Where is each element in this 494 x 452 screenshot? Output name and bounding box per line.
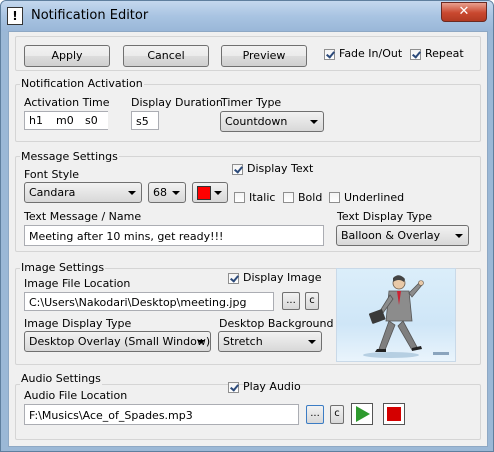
fade-checkbox[interactable] [324, 49, 335, 60]
text-display-type-select[interactable]: Balloon & Overlay [336, 225, 469, 246]
client-area: Apply Cancel Preview Fade In/Out Repeat … [8, 31, 488, 447]
timer-type-select[interactable]: Countdown [220, 111, 324, 132]
display-duration-field[interactable]: s5 [131, 111, 159, 130]
chevron-down-icon [308, 340, 316, 344]
play-audio-checkbox[interactable] [228, 382, 239, 393]
audio-file-location-field[interactable]: F:\Musics\Ace_of_Spades.mp3 [24, 404, 299, 425]
audio-group-label: Audio Settings [20, 372, 102, 385]
window-title: Notification Editor [31, 8, 149, 23]
audio-browse-label: ... [310, 408, 320, 419]
image-clear-label: c [309, 295, 315, 306]
bold-label: Bold [298, 191, 323, 204]
desktop-background-label: Desktop Background [219, 317, 334, 330]
font-select[interactable]: Candara [24, 182, 142, 203]
activation-time-label: Activation Time [24, 96, 110, 109]
close-button[interactable]: ✕ [441, 2, 487, 22]
font-size-value: 68 [153, 186, 167, 199]
play-audio-label: Play Audio [243, 380, 301, 393]
image-preview [336, 268, 456, 362]
businessman-illustration [363, 275, 449, 358]
color-swatch [197, 186, 211, 200]
display-duration-label: Display Duration [131, 96, 223, 109]
chevron-down-icon [310, 120, 318, 124]
display-text-label: Display Text [247, 162, 314, 175]
stop-button[interactable] [383, 403, 405, 425]
apply-label: Apply [51, 49, 83, 62]
desktop-background-value: Stretch [223, 335, 263, 348]
activation-group-label: Notification Activation [20, 77, 144, 90]
image-clear-button[interactable]: c [305, 292, 319, 310]
underlined-label: Underlined [344, 191, 405, 204]
timer-type-value: Countdown [225, 115, 288, 128]
font-style-label: Font Style [24, 168, 80, 181]
image-browse-button[interactable]: ... [282, 292, 300, 310]
play-button[interactable] [351, 403, 373, 425]
image-display-type-value: Desktop Overlay (Small Window) [29, 335, 211, 348]
play-icon [356, 406, 370, 422]
underlined-checkbox[interactable] [329, 192, 340, 203]
audio-browse-button[interactable]: ... [306, 405, 324, 424]
stop-icon [387, 407, 401, 421]
image-browse-label: ... [286, 295, 296, 306]
text-message-field[interactable]: Meeting after 10 mins, get ready!!! [24, 225, 324, 246]
chevron-down-icon [455, 234, 463, 238]
title-bar[interactable]: ! Notification Editor ✕ [1, 1, 493, 31]
app-icon: ! [7, 7, 23, 25]
font-color-picker[interactable] [192, 182, 228, 203]
bold-checkbox[interactable] [283, 192, 294, 203]
text-display-type-value: Balloon & Overlay [341, 229, 441, 242]
preview-button[interactable]: Preview [221, 45, 307, 67]
seconds-value[interactable]: s0 [85, 114, 98, 127]
italic-label: Italic [249, 191, 276, 204]
display-image-checkbox[interactable] [228, 273, 239, 284]
font-value: Candara [29, 186, 76, 199]
notification-editor-window: ! Notification Editor ✕ Apply Cancel Pre… [0, 0, 494, 452]
image-display-type-select[interactable]: Desktop Overlay (Small Window) [24, 331, 211, 352]
audio-file-location-label: Audio File Location [24, 389, 128, 402]
repeat-checkbox[interactable] [410, 49, 421, 60]
minutes-value[interactable]: m0 [56, 114, 74, 127]
chevron-down-icon [128, 191, 136, 195]
display-text-checkbox[interactable] [232, 164, 243, 175]
apply-button[interactable]: Apply [24, 45, 110, 67]
chevron-down-icon [172, 191, 180, 195]
audio-clear-label: c [334, 408, 340, 419]
desktop-background-select[interactable]: Stretch [218, 331, 322, 352]
audio-clear-button[interactable]: c [330, 405, 344, 424]
text-display-type-label: Text Display Type [337, 210, 433, 223]
message-group-label: Message Settings [20, 150, 119, 163]
image-file-location-label: Image File Location [24, 277, 131, 290]
fade-label: Fade In/Out [339, 47, 403, 60]
chevron-down-icon [197, 340, 205, 344]
cancel-button[interactable]: Cancel [123, 45, 209, 67]
chevron-down-icon [214, 191, 222, 195]
close-icon: ✕ [458, 4, 470, 19]
display-image-label: Display Image [243, 271, 322, 284]
italic-checkbox[interactable] [234, 192, 245, 203]
image-group-label: Image Settings [20, 261, 106, 274]
font-size-select[interactable]: 68 [148, 182, 186, 203]
hours-value[interactable]: h1 [29, 114, 43, 127]
cancel-label: Cancel [147, 49, 185, 62]
text-message-label: Text Message / Name [24, 210, 142, 223]
preview-label: Preview [242, 49, 286, 62]
image-display-type-label: Image Display Type [24, 317, 132, 330]
timer-type-label: Timer Type [221, 96, 282, 109]
repeat-label: Repeat [425, 47, 464, 60]
image-file-location-field[interactable]: C:\Users\Nakodari\Desktop\meeting.jpg [24, 292, 274, 311]
